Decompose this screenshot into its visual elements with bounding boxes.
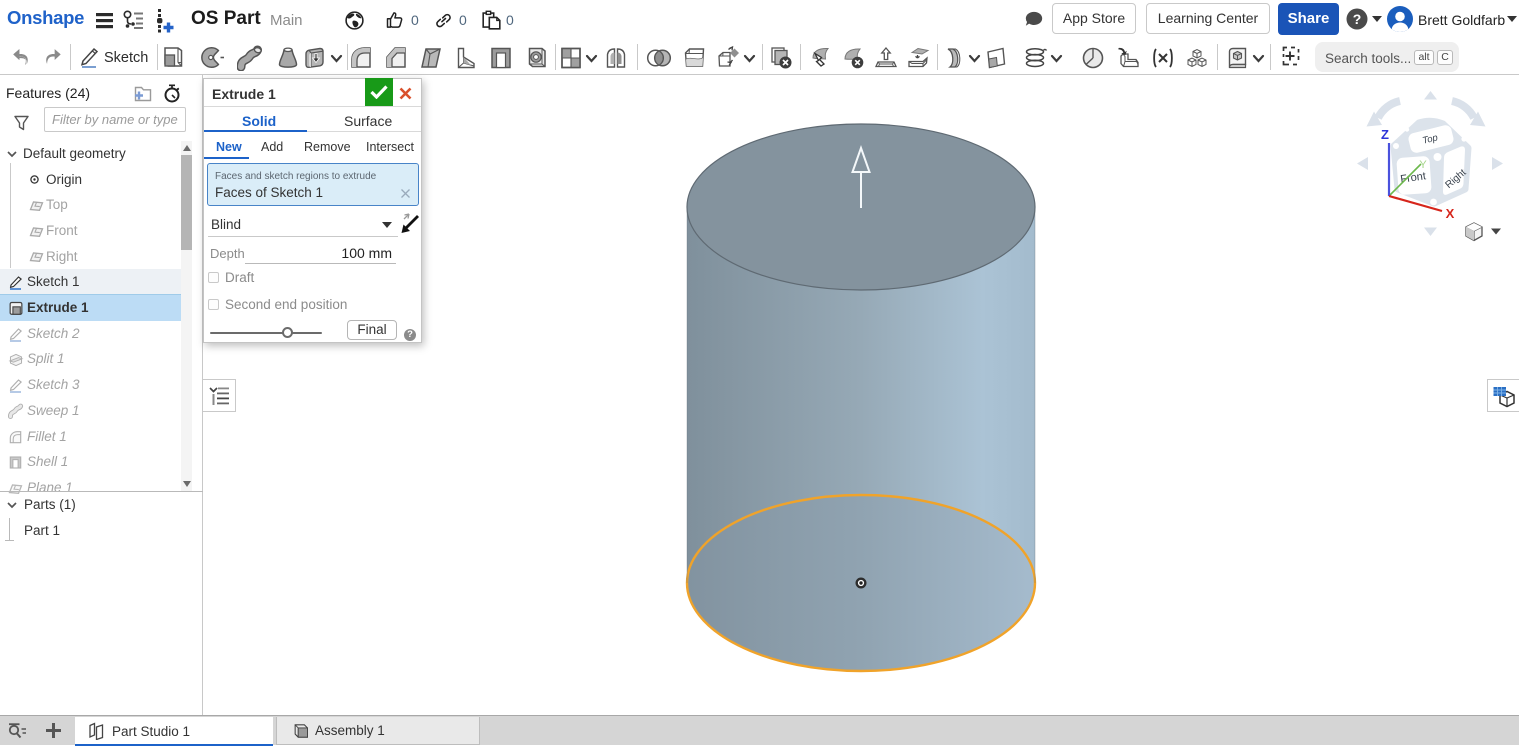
svg-text:Z: Z [1381,127,1389,142]
svg-text:X: X [1446,206,1455,221]
svg-text:Y: Y [1419,159,1427,171]
svg-text:?: ? [1353,11,1362,27]
